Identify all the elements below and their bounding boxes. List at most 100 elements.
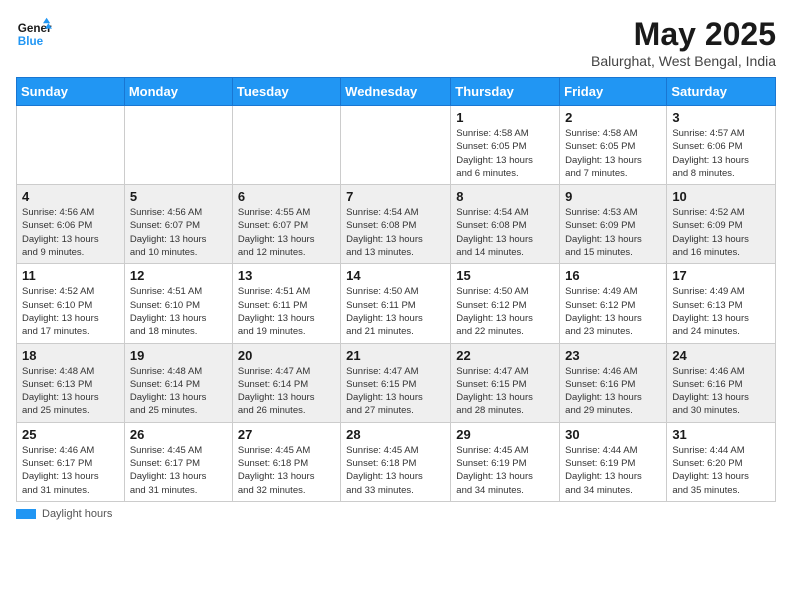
day-number: 10 bbox=[672, 189, 770, 204]
calendar-cell: 20Sunrise: 4:47 AM Sunset: 6:14 PM Dayli… bbox=[232, 343, 340, 422]
calendar-header-wednesday: Wednesday bbox=[341, 78, 451, 106]
day-number: 2 bbox=[565, 110, 661, 125]
day-number: 28 bbox=[346, 427, 445, 442]
calendar-cell: 24 Sunrise: 4:46 AM Sunset: 6:16 PM Dayli… bbox=[667, 343, 776, 422]
day-number: 4 bbox=[22, 189, 119, 204]
day-info: Sunrise: 4:46 AM Sunset: 6:17 PM Dayligh… bbox=[22, 444, 119, 497]
day-number: 7 bbox=[346, 189, 445, 204]
calendar-cell: 21 Sunrise: 4:47 AM Sunset: 6:15 PM Dayli… bbox=[341, 343, 451, 422]
logo-icon: General Blue bbox=[16, 16, 52, 52]
day-info: Sunrise: 4:49 AM Sunset: 6:12 PM Dayligh… bbox=[565, 285, 661, 338]
day-info: Sunrise: 4:52 AM Sunset: 6:10 PM Dayligh… bbox=[22, 285, 119, 338]
calendar-cell: 14 Sunrise: 4:50 AM Sunset: 6:11 PM Dayli… bbox=[341, 264, 451, 343]
calendar-cell: 23 Sunrise: 4:46 AM Sunset: 6:16 PM Dayli… bbox=[560, 343, 667, 422]
day-number: 9 bbox=[565, 189, 661, 204]
calendar-cell: 31 Sunrise: 4:44 AM Sunset: 6:20 PM Dayli… bbox=[667, 422, 776, 501]
day-number: 14 bbox=[346, 268, 445, 283]
day-info: Sunrise: 4:44 AM Sunset: 6:19 PM Dayligh… bbox=[565, 444, 661, 497]
day-number: 8 bbox=[456, 189, 554, 204]
calendar-cell: 17Sunrise: 4:49 AM Sunset: 6:13 PM Dayli… bbox=[667, 264, 776, 343]
day-number: 26 bbox=[130, 427, 227, 442]
day-info: Sunrise: 4:51 AM Sunset: 6:11 PM Dayligh… bbox=[238, 285, 335, 338]
calendar-cell: 3 Sunrise: 4:57 AM Sunset: 6:06 PM Daylig… bbox=[667, 106, 776, 185]
calendar-cell: 1Sunrise: 4:58 AM Sunset: 6:05 PM Daylig… bbox=[451, 106, 560, 185]
calendar-cell: 30Sunrise: 4:44 AM Sunset: 6:19 PM Dayli… bbox=[560, 422, 667, 501]
day-info: Sunrise: 4:47 AM Sunset: 6:15 PM Dayligh… bbox=[456, 365, 554, 418]
day-info: Sunrise: 4:48 AM Sunset: 6:13 PM Dayligh… bbox=[22, 365, 119, 418]
calendar-header-row: SundayMondayTuesdayWednesdayThursdayFrid… bbox=[17, 78, 776, 106]
calendar-header-saturday: Saturday bbox=[667, 78, 776, 106]
daylight-bar-icon bbox=[16, 509, 36, 519]
svg-text:General: General bbox=[18, 22, 52, 35]
calendar-cell: 16 Sunrise: 4:49 AM Sunset: 6:12 PM Dayli… bbox=[560, 264, 667, 343]
day-info: Sunrise: 4:56 AM Sunset: 6:06 PM Dayligh… bbox=[22, 206, 119, 259]
day-number: 1 bbox=[456, 110, 554, 125]
day-number: 18 bbox=[22, 348, 119, 363]
day-number: 5 bbox=[130, 189, 227, 204]
calendar-cell: 11Sunrise: 4:52 AM Sunset: 6:10 PM Dayli… bbox=[17, 264, 125, 343]
calendar-week-3: 11Sunrise: 4:52 AM Sunset: 6:10 PM Dayli… bbox=[17, 264, 776, 343]
calendar-cell: 27Sunrise: 4:45 AM Sunset: 6:18 PM Dayli… bbox=[232, 422, 340, 501]
day-info: Sunrise: 4:46 AM Sunset: 6:16 PM Dayligh… bbox=[672, 365, 770, 418]
calendar-cell: 8 Sunrise: 4:54 AM Sunset: 6:08 PM Daylig… bbox=[451, 185, 560, 264]
day-number: 16 bbox=[565, 268, 661, 283]
month-title: May 2025 bbox=[591, 16, 776, 53]
day-info: Sunrise: 4:56 AM Sunset: 6:07 PM Dayligh… bbox=[130, 206, 227, 259]
day-number: 29 bbox=[456, 427, 554, 442]
day-number: 6 bbox=[238, 189, 335, 204]
calendar-header-sunday: Sunday bbox=[17, 78, 125, 106]
day-number: 21 bbox=[346, 348, 445, 363]
calendar-header-tuesday: Tuesday bbox=[232, 78, 340, 106]
day-info: Sunrise: 4:44 AM Sunset: 6:20 PM Dayligh… bbox=[672, 444, 770, 497]
day-info: Sunrise: 4:55 AM Sunset: 6:07 PM Dayligh… bbox=[238, 206, 335, 259]
title-block: May 2025 Balurghat, West Bengal, India bbox=[591, 16, 776, 69]
calendar-week-1: 1 Sunrise: 4:58 AM Sunset: 6:05 PM Daylig… bbox=[17, 106, 776, 185]
day-number: 31 bbox=[672, 427, 770, 442]
day-info: Sunrise: 4:50 AM Sunset: 6:11 PM Dayligh… bbox=[346, 285, 445, 338]
calendar-cell: 29 Sunrise: 4:45 AM Sunset: 6:19 PM Dayli… bbox=[451, 422, 560, 501]
day-number: 27 bbox=[238, 427, 335, 442]
calendar-cell: 19 Sunrise: 4:48 AM Sunset: 6:14 PM Dayli… bbox=[124, 343, 232, 422]
calendar-week-5: 25Sunrise: 4:46 AM Sunset: 6:17 PM Dayli… bbox=[17, 422, 776, 501]
day-number: 17 bbox=[672, 268, 770, 283]
calendar-cell: 2 Sunrise: 4:58 AM Sunset: 6:05 PM Daylig… bbox=[560, 106, 667, 185]
calendar-week-2: 4 Sunrise: 4:56 AM Sunset: 6:06 PM Daylig… bbox=[17, 185, 776, 264]
day-info: Sunrise: 4:45 AM Sunset: 6:18 PM Dayligh… bbox=[346, 444, 445, 497]
calendar-cell: 7Sunrise: 4:54 AM Sunset: 6:08 PM Daylig… bbox=[341, 185, 451, 264]
calendar-cell: 9Sunrise: 4:53 AM Sunset: 6:09 PM Daylig… bbox=[560, 185, 667, 264]
day-info: Sunrise: 4:58 AM Sunset: 6:05 PM Dayligh… bbox=[565, 127, 661, 180]
day-info: Sunrise: 4:51 AM Sunset: 6:10 PM Dayligh… bbox=[130, 285, 227, 338]
calendar-cell: 28 Sunrise: 4:45 AM Sunset: 6:18 PM Dayli… bbox=[341, 422, 451, 501]
day-info: Sunrise: 4:54 AM Sunset: 6:08 PM Dayligh… bbox=[456, 206, 554, 259]
day-number: 22 bbox=[456, 348, 554, 363]
calendar-cell bbox=[17, 106, 125, 185]
day-number: 24 bbox=[672, 348, 770, 363]
day-number: 15 bbox=[456, 268, 554, 283]
day-info: Sunrise: 4:46 AM Sunset: 6:16 PM Dayligh… bbox=[565, 365, 661, 418]
day-info: Sunrise: 4:45 AM Sunset: 6:19 PM Dayligh… bbox=[456, 444, 554, 497]
location: Balurghat, West Bengal, India bbox=[591, 53, 776, 69]
day-info: Sunrise: 4:47 AM Sunset: 6:14 PM Dayligh… bbox=[238, 365, 335, 418]
logo: General Blue bbox=[16, 16, 52, 52]
calendar-cell: 25Sunrise: 4:46 AM Sunset: 6:17 PM Dayli… bbox=[17, 422, 125, 501]
calendar-header-thursday: Thursday bbox=[451, 78, 560, 106]
calendar-cell bbox=[232, 106, 340, 185]
calendar-cell bbox=[341, 106, 451, 185]
day-info: Sunrise: 4:57 AM Sunset: 6:06 PM Dayligh… bbox=[672, 127, 770, 180]
day-number: 3 bbox=[672, 110, 770, 125]
day-info: Sunrise: 4:50 AM Sunset: 6:12 PM Dayligh… bbox=[456, 285, 554, 338]
day-number: 23 bbox=[565, 348, 661, 363]
calendar-cell: 4 Sunrise: 4:56 AM Sunset: 6:06 PM Daylig… bbox=[17, 185, 125, 264]
calendar-cell: 5 Sunrise: 4:56 AM Sunset: 6:07 PM Daylig… bbox=[124, 185, 232, 264]
day-info: Sunrise: 4:47 AM Sunset: 6:15 PM Dayligh… bbox=[346, 365, 445, 418]
calendar-table: SundayMondayTuesdayWednesdayThursdayFrid… bbox=[16, 77, 776, 502]
calendar-cell: 12Sunrise: 4:51 AM Sunset: 6:10 PM Dayli… bbox=[124, 264, 232, 343]
svg-text:Blue: Blue bbox=[18, 35, 44, 48]
day-info: Sunrise: 4:48 AM Sunset: 6:14 PM Dayligh… bbox=[130, 365, 227, 418]
calendar-cell bbox=[124, 106, 232, 185]
daylight-label: Daylight hours bbox=[42, 508, 112, 520]
day-number: 19 bbox=[130, 348, 227, 363]
calendar-cell: 22 Sunrise: 4:47 AM Sunset: 6:15 PM Dayli… bbox=[451, 343, 560, 422]
calendar-cell: 13Sunrise: 4:51 AM Sunset: 6:11 PM Dayli… bbox=[232, 264, 340, 343]
calendar-week-4: 18 Sunrise: 4:48 AM Sunset: 6:13 PM Dayli… bbox=[17, 343, 776, 422]
